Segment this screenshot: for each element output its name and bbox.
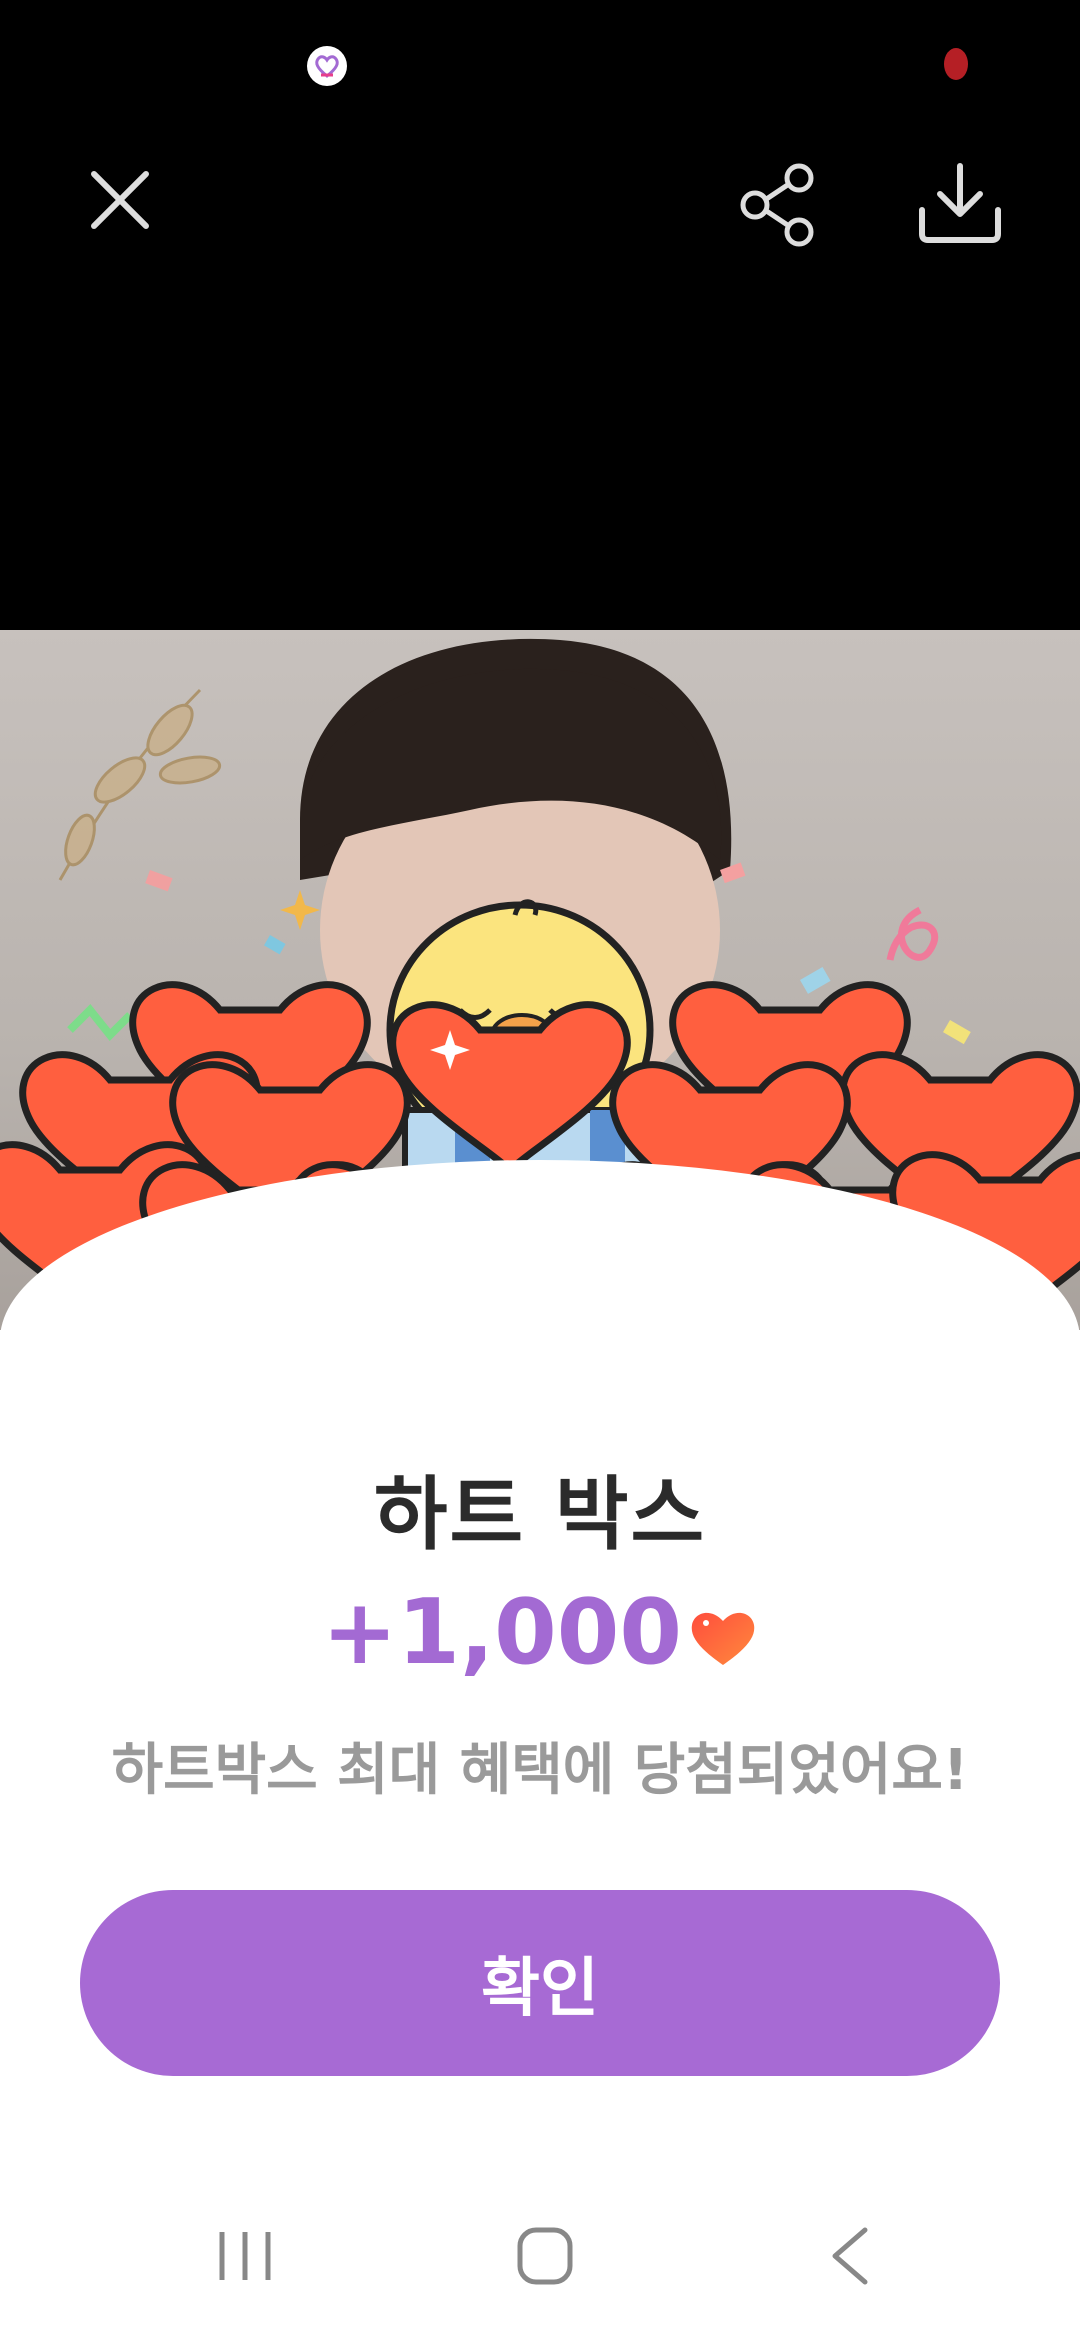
close-icon[interactable] xyxy=(80,160,160,240)
home-icon[interactable] xyxy=(505,2210,585,2314)
system-navigation-bar xyxy=(0,2210,1080,2310)
download-icon[interactable] xyxy=(910,160,1010,250)
recent-apps-icon[interactable] xyxy=(210,2210,280,2314)
back-icon[interactable] xyxy=(820,2210,880,2314)
prize-message: 하트박스 최대 혜택에 당첨되었어요! xyxy=(111,1738,969,1803)
heart-icon xyxy=(691,1612,755,1666)
heart-app-icon xyxy=(307,46,347,86)
reward-amount-row: +1,000 xyxy=(0,1580,1080,1685)
confirm-button[interactable]: 확인 xyxy=(80,1890,1000,2076)
reward-amount: +1,000 xyxy=(321,1580,683,1685)
prize-title: 하트 박스 xyxy=(373,1468,707,1561)
status-indicator-icon xyxy=(944,48,968,80)
top-bar xyxy=(0,0,1080,630)
share-icon[interactable] xyxy=(735,160,825,250)
